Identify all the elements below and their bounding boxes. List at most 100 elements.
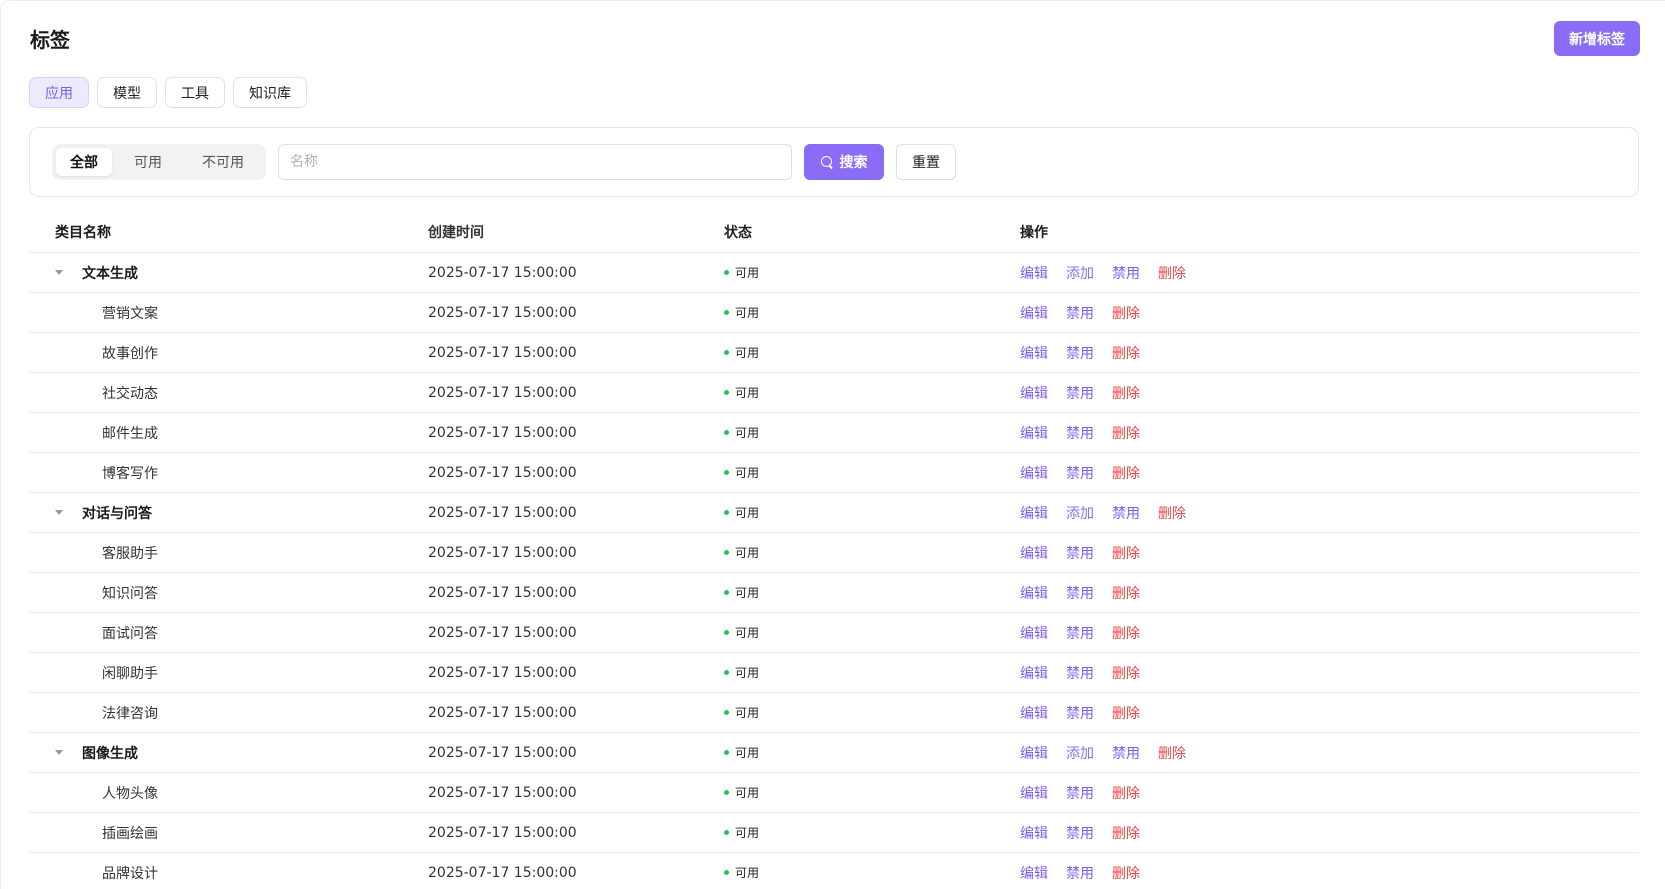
status-option-unavailable[interactable]: 不可用 (184, 148, 262, 176)
delete-link[interactable]: 删除 (1112, 623, 1140, 643)
row-name-cell: 故事创作 (29, 343, 428, 363)
row-status-label: 可用 (735, 346, 760, 360)
delete-link[interactable]: 删除 (1112, 663, 1140, 683)
row-status-label: 可用 (735, 866, 760, 880)
delete-link[interactable]: 删除 (1112, 303, 1140, 323)
delete-link[interactable]: 删除 (1112, 703, 1140, 723)
tab-knowledge-base[interactable]: 知识库 (233, 77, 307, 108)
tab-tool[interactable]: 工具 (165, 77, 225, 108)
row-status-label: 可用 (735, 266, 760, 280)
tab-model[interactable]: 模型 (97, 77, 157, 108)
delete-link[interactable]: 删除 (1112, 423, 1140, 443)
row-actions: 编辑 禁用 删除 (1020, 463, 1639, 483)
edit-link[interactable]: 编辑 (1020, 343, 1048, 363)
row-name: 法律咨询 (102, 705, 158, 722)
row-name-cell: 知识问答 (29, 583, 428, 603)
status-dot-icon (724, 350, 729, 355)
add-link[interactable]: 添加 (1066, 263, 1094, 283)
collapse-caret-icon[interactable] (55, 510, 63, 515)
reset-button[interactable]: 重置 (896, 144, 956, 180)
row-name: 对话与问答 (82, 505, 152, 522)
edit-link[interactable]: 编辑 (1020, 423, 1048, 443)
edit-link[interactable]: 编辑 (1020, 503, 1048, 523)
row-name: 面试问答 (102, 625, 158, 642)
edit-link[interactable]: 编辑 (1020, 383, 1048, 403)
disable-link[interactable]: 禁用 (1066, 543, 1094, 563)
status-dot-icon (724, 750, 729, 755)
edit-link[interactable]: 编辑 (1020, 783, 1048, 803)
disable-link[interactable]: 禁用 (1066, 343, 1094, 363)
tab-app[interactable]: 应用 (29, 77, 89, 108)
page-title: 标签 (30, 28, 70, 52)
table-row: 品牌设计 2025-07-17 15:00:00 可用 编辑 禁用 删除 (29, 853, 1639, 889)
edit-link[interactable]: 编辑 (1020, 823, 1048, 843)
status-dot-icon (724, 390, 729, 395)
delete-link[interactable]: 删除 (1112, 783, 1140, 803)
table-row: 对话与问答 2025-07-17 15:00:00 可用 编辑 添加 禁用 删除 (29, 493, 1639, 533)
status-option-all[interactable]: 全部 (56, 148, 112, 176)
row-status: 可用 (724, 304, 1020, 321)
row-status-label: 可用 (735, 586, 760, 600)
delete-link[interactable]: 删除 (1158, 503, 1186, 523)
row-created-time: 2025-07-17 15:00:00 (428, 264, 577, 281)
row-actions: 编辑 禁用 删除 (1020, 343, 1639, 363)
edit-link[interactable]: 编辑 (1020, 863, 1048, 883)
disable-link[interactable]: 禁用 (1112, 263, 1140, 283)
delete-link[interactable]: 删除 (1112, 863, 1140, 883)
disable-link[interactable]: 禁用 (1066, 703, 1094, 723)
filter-panel: 全部 可用 不可用 搜索 重置 (29, 127, 1639, 197)
delete-link[interactable]: 删除 (1112, 823, 1140, 843)
table-header: 类目名称 创建时间 状态 操作 (29, 212, 1639, 253)
edit-link[interactable]: 编辑 (1020, 703, 1048, 723)
row-created-time: 2025-07-17 15:00:00 (428, 384, 577, 401)
add-link[interactable]: 添加 (1066, 743, 1094, 763)
disable-link[interactable]: 禁用 (1066, 303, 1094, 323)
edit-link[interactable]: 编辑 (1020, 623, 1048, 643)
edit-link[interactable]: 编辑 (1020, 583, 1048, 603)
delete-link[interactable]: 删除 (1158, 743, 1186, 763)
row-name: 插画绘画 (102, 825, 158, 842)
disable-link[interactable]: 禁用 (1066, 463, 1094, 483)
disable-link[interactable]: 禁用 (1066, 623, 1094, 643)
delete-link[interactable]: 删除 (1112, 583, 1140, 603)
disable-link[interactable]: 禁用 (1112, 503, 1140, 523)
disable-link[interactable]: 禁用 (1066, 383, 1094, 403)
name-search-input[interactable] (278, 144, 792, 180)
edit-link[interactable]: 编辑 (1020, 303, 1048, 323)
search-button[interactable]: 搜索 (804, 144, 884, 180)
row-name: 文本生成 (82, 265, 138, 282)
edit-link[interactable]: 编辑 (1020, 463, 1048, 483)
row-status: 可用 (724, 624, 1020, 641)
disable-link[interactable]: 禁用 (1066, 583, 1094, 603)
row-created-time: 2025-07-17 15:00:00 (428, 704, 577, 721)
edit-link[interactable]: 编辑 (1020, 663, 1048, 683)
edit-link[interactable]: 编辑 (1020, 263, 1048, 283)
disable-link[interactable]: 禁用 (1066, 823, 1094, 843)
row-status: 可用 (724, 704, 1020, 721)
row-status: 可用 (724, 864, 1020, 881)
status-option-available[interactable]: 可用 (112, 148, 184, 176)
table-row: 博客写作 2025-07-17 15:00:00 可用 编辑 禁用 删除 (29, 453, 1639, 493)
disable-link[interactable]: 禁用 (1066, 863, 1094, 883)
table-row: 故事创作 2025-07-17 15:00:00 可用 编辑 禁用 删除 (29, 333, 1639, 373)
disable-link[interactable]: 禁用 (1066, 663, 1094, 683)
table-body: 文本生成 2025-07-17 15:00:00 可用 编辑 添加 禁用 删除 营销文案 202… (29, 253, 1639, 889)
row-name: 客服助手 (102, 545, 158, 562)
collapse-caret-icon[interactable] (55, 750, 63, 755)
delete-link[interactable]: 删除 (1158, 263, 1186, 283)
add-link[interactable]: 添加 (1066, 503, 1094, 523)
collapse-caret-icon[interactable] (55, 270, 63, 275)
row-created-time: 2025-07-17 15:00:00 (428, 864, 577, 881)
table-row: 人物头像 2025-07-17 15:00:00 可用 编辑 禁用 删除 (29, 773, 1639, 813)
disable-link[interactable]: 禁用 (1066, 783, 1094, 803)
add-tag-button[interactable]: 新增标签 (1554, 21, 1640, 56)
delete-link[interactable]: 删除 (1112, 343, 1140, 363)
delete-link[interactable]: 删除 (1112, 463, 1140, 483)
edit-link[interactable]: 编辑 (1020, 743, 1048, 763)
edit-link[interactable]: 编辑 (1020, 543, 1048, 563)
row-name-cell: 闲聊助手 (29, 663, 428, 683)
disable-link[interactable]: 禁用 (1112, 743, 1140, 763)
delete-link[interactable]: 删除 (1112, 543, 1140, 563)
delete-link[interactable]: 删除 (1112, 383, 1140, 403)
disable-link[interactable]: 禁用 (1066, 423, 1094, 443)
